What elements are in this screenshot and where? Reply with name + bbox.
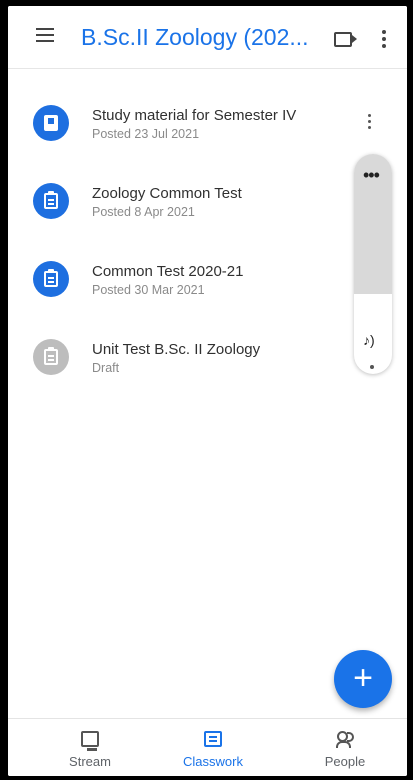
class-title[interactable]: B.Sc.II Zoology (202... [81,24,309,51]
app-bar: B.Sc.II Zoology (202... [8,6,407,69]
tab-label: People [324,754,366,769]
tab-label: Classwork [183,754,243,769]
classwork-item-zoology-common-test[interactable]: Zoology Common Test Posted 8 Apr 2021 [33,183,363,233]
item-subtitle: Posted 30 Mar 2021 [92,283,205,297]
item-title: Unit Test B.Sc. II Zoology [92,341,261,358]
menu-icon[interactable] [36,28,54,44]
video-icon[interactable] [334,32,357,47]
tab-classwork[interactable]: Classwork [163,719,263,776]
item-subtitle: Posted 8 Apr 2021 [92,205,195,219]
bottom-navigation: Stream Classwork People [8,718,407,776]
item-subtitle: Posted 23 Jul 2021 [92,127,200,141]
book-icon [33,105,69,141]
classwork-item-common-test-2020-21[interactable]: Common Test 2020-21 Posted 30 Mar 2021 [33,261,363,311]
more-vert-icon[interactable] [382,30,388,51]
tab-label: Stream [69,754,111,769]
more-horiz-icon[interactable]: ••• [363,166,380,184]
tab-stream[interactable]: Stream [40,719,140,776]
classwork-item-study-material[interactable]: Study material for Semester IV Posted 23… [33,105,363,155]
speaker-icon[interactable]: ♪) [363,332,375,348]
tab-people[interactable]: People [295,719,395,776]
item-title: Common Test 2020-21 [92,263,244,280]
create-fab-button[interactable]: + [334,650,392,708]
assignment-icon [33,339,69,375]
item-more-icon[interactable] [368,114,374,132]
app-screen: B.Sc.II Zoology (202... Study material f… [8,6,407,776]
classwork-icon [204,731,222,747]
item-subtitle: Draft [92,361,120,375]
stream-icon [81,731,99,751]
people-icon [336,731,354,748]
item-title: Study material for Semester IV [92,107,297,124]
floating-side-panel[interactable]: ••• ♪) [354,154,392,374]
item-title: Zoology Common Test [92,185,242,202]
classwork-item-unit-test-draft[interactable]: Unit Test B.Sc. II Zoology Draft [33,339,363,389]
assignment-icon [33,183,69,219]
panel-indicator-dot [370,365,374,369]
assignment-icon [33,261,69,297]
